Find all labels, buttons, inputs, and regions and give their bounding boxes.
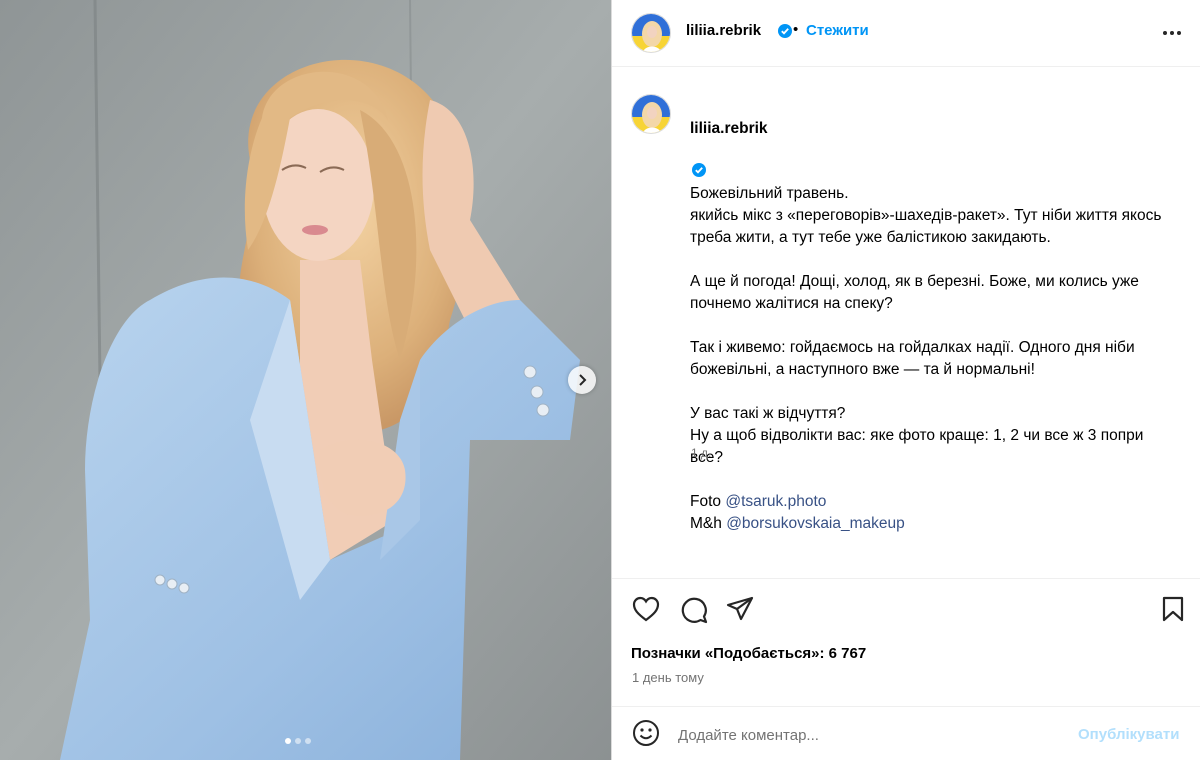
comment-bar: Опублікувати: [612, 706, 1200, 761]
post-details-panel: liliia.rebrik • Стежити liliia.rebrik Бо…: [611, 0, 1200, 760]
post-header: liliia.rebrik • Стежити: [612, 0, 1200, 67]
post-photo[interactable]: [0, 0, 611, 760]
heart-icon[interactable]: [632, 596, 660, 627]
post-caption: liliia.rebrik Божевільний травень. якийс…: [690, 96, 1180, 535]
avatar[interactable]: [631, 13, 671, 53]
photo-credit-prefix: Foto: [690, 493, 726, 510]
makeup-credit-prefix: M&h: [690, 515, 727, 532]
caption-paragraph: А ще й погода! Дощі, холод, як в березні…: [690, 273, 1139, 312]
carousel-dot: [285, 738, 291, 744]
carousel-dot: [305, 738, 311, 744]
caption-username[interactable]: liliia.rebrik: [690, 120, 768, 137]
photo-image: [0, 0, 611, 760]
likes-count[interactable]: Позначки «Подобається»: 6 767: [631, 645, 866, 662]
caption-paragraph: Так і живемо: гойдаємось на гойдалках на…: [690, 339, 1135, 378]
carousel-dot: [295, 738, 301, 744]
paper-plane-icon[interactable]: [726, 596, 754, 627]
verified-badge-icon: [692, 140, 706, 177]
comment-input[interactable]: [676, 721, 1060, 749]
post-timestamp[interactable]: 1 день тому: [632, 670, 704, 685]
comment-bubble-icon[interactable]: [680, 596, 708, 629]
caption-timestamp[interactable]: 1 д.: [691, 446, 711, 460]
chevron-right-icon: [576, 374, 588, 386]
emoji-smile-icon[interactable]: [632, 719, 660, 752]
separator-dot: •: [793, 21, 799, 38]
verified-badge-icon: [778, 24, 792, 38]
bookmark-icon[interactable]: [1161, 596, 1185, 627]
makeup-credit: M&h @borsukovskaia_makeup: [690, 513, 1180, 535]
follow-button[interactable]: Стежити: [806, 22, 869, 39]
makeup-mention-link[interactable]: @borsukovskaia_makeup: [726, 515, 905, 532]
caption-paragraph: якийсь мікс з «переговорів»-шахедів-раке…: [690, 207, 1162, 246]
more-horizontal-icon[interactable]: [1161, 24, 1183, 47]
action-bar: [612, 578, 1200, 639]
carousel-indicator: [285, 738, 311, 744]
carousel-next-button[interactable]: [568, 366, 596, 394]
photo-credit: Foto @tsaruk.photo: [690, 491, 1180, 513]
photographer-mention-link[interactable]: @tsaruk.photo: [725, 493, 826, 510]
publish-comment-button[interactable]: Опублікувати: [1078, 726, 1179, 743]
username-link[interactable]: liliia.rebrik: [686, 22, 761, 39]
caption-first-line: Божевільний травень.: [690, 185, 849, 202]
caption-avatar[interactable]: [631, 94, 671, 134]
caption-paragraph: У вас такі ж відчуття? Ну а щоб відволік…: [690, 405, 1144, 466]
